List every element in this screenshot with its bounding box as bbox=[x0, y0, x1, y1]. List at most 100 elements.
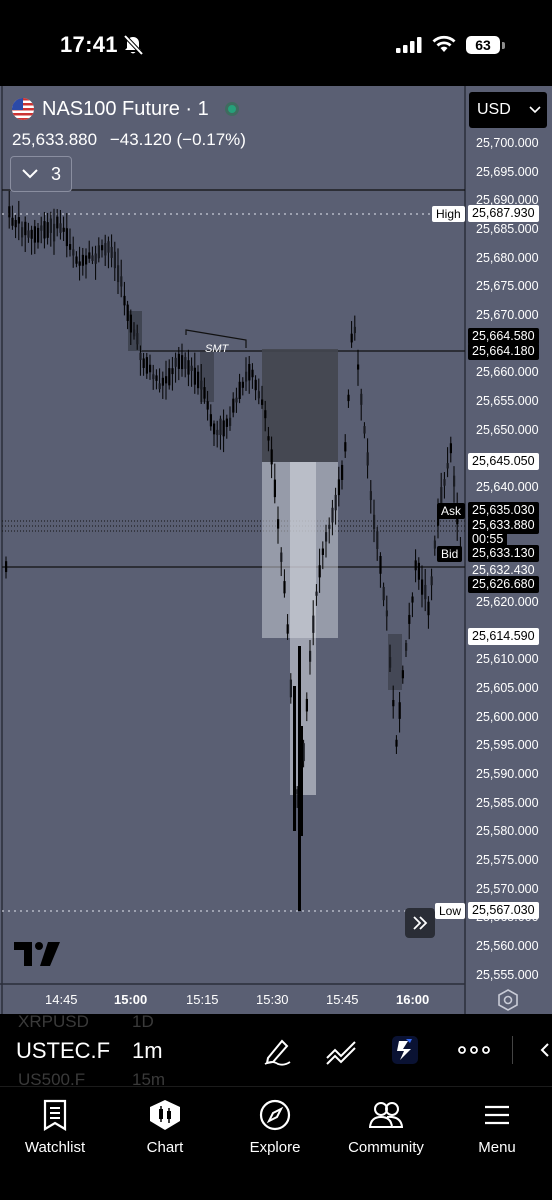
candle-body bbox=[174, 357, 177, 367]
candle-body bbox=[350, 333, 353, 343]
time-label: 14:45 bbox=[45, 992, 78, 1007]
candle-body bbox=[107, 241, 110, 253]
symbol-selector[interactable]: USTEC.F bbox=[16, 1038, 110, 1064]
price-axis-label: 25,650.000 bbox=[476, 422, 539, 437]
candle-body bbox=[273, 479, 276, 498]
candle-body bbox=[417, 562, 420, 580]
candle-body bbox=[286, 624, 289, 634]
candle-body bbox=[401, 670, 404, 679]
candle-body bbox=[152, 374, 155, 380]
candle-body bbox=[353, 326, 356, 334]
broker-app-icon[interactable] bbox=[392, 1036, 418, 1064]
drawing-pen-icon[interactable] bbox=[262, 1036, 292, 1066]
candle-body bbox=[443, 479, 446, 486]
price-axis-label: 25,585.000 bbox=[476, 795, 539, 810]
candle-body bbox=[155, 375, 158, 381]
candle-body bbox=[43, 221, 46, 239]
status-time: 17:41 bbox=[60, 32, 118, 57]
price-axis-label: 25,605.000 bbox=[476, 680, 539, 695]
candle-body bbox=[168, 368, 171, 386]
candle-body bbox=[72, 249, 75, 256]
candle-body bbox=[347, 394, 350, 402]
ghost-interval-top: 1D bbox=[132, 1014, 154, 1031]
battery-indicator: 63 bbox=[466, 36, 500, 54]
candle-body bbox=[69, 244, 72, 250]
candle-body bbox=[408, 614, 411, 624]
price-axis-label: 25,640.000 bbox=[476, 480, 539, 495]
candle-body bbox=[117, 265, 120, 283]
candle-body bbox=[270, 449, 273, 465]
candle-body bbox=[369, 491, 372, 501]
candle-body bbox=[33, 226, 36, 243]
chart-area[interactable]: SMT NAS100 Future · 1 25,633.880 −43.120… bbox=[0, 86, 552, 1014]
tradingview-logo bbox=[14, 942, 60, 966]
chevron-left-icon[interactable] bbox=[538, 1042, 550, 1058]
more-options-icon[interactable] bbox=[458, 1046, 490, 1054]
market-status-dot bbox=[224, 102, 239, 116]
currency-label: USD bbox=[477, 101, 511, 118]
scroll-to-realtime-button[interactable] bbox=[405, 908, 435, 938]
candle-body bbox=[27, 230, 30, 238]
candle-body bbox=[126, 304, 129, 321]
candle-body bbox=[219, 418, 222, 435]
nav-explore[interactable]: Explore bbox=[220, 1099, 330, 1156]
candle-body bbox=[398, 702, 401, 719]
price-axis-label: 25,660.000 bbox=[476, 365, 539, 380]
candle-body bbox=[56, 216, 59, 229]
nav-community[interactable]: Community bbox=[330, 1099, 442, 1156]
candle-body bbox=[225, 418, 228, 427]
indicators-icon[interactable] bbox=[325, 1036, 359, 1066]
price-axis-label: 25,600.000 bbox=[476, 709, 539, 724]
candle-body bbox=[123, 295, 126, 306]
bid-price-tag: 25,633.130 bbox=[468, 545, 539, 562]
candle-body bbox=[433, 540, 436, 549]
candle-body bbox=[232, 398, 235, 413]
community-icon bbox=[369, 1102, 403, 1128]
low-label: Low bbox=[435, 903, 466, 919]
candle-body bbox=[158, 383, 161, 390]
price-axis-label: 25,560.000 bbox=[476, 938, 539, 953]
nav-chart[interactable]: Chart bbox=[110, 1099, 220, 1156]
nav-label: Community bbox=[348, 1139, 424, 1156]
interval-selector[interactable]: 1m bbox=[132, 1038, 163, 1064]
chart-settings-icon[interactable] bbox=[497, 989, 519, 1011]
candle-body bbox=[30, 229, 33, 239]
collapse-indicators-button[interactable]: 3 bbox=[10, 156, 72, 192]
candle-body bbox=[289, 679, 292, 698]
candle-body bbox=[411, 596, 414, 603]
price-axis-label: 25,570.000 bbox=[476, 881, 539, 896]
symbol-header[interactable]: NAS100 Future · 1 bbox=[12, 96, 239, 122]
candle-body bbox=[75, 256, 78, 264]
nav-menu[interactable]: Menu bbox=[442, 1099, 552, 1156]
price-axis-label: 25,675.000 bbox=[476, 279, 539, 294]
candle-body bbox=[21, 227, 24, 238]
price-summary: 25,633.880 −43.120 (−0.17%) bbox=[12, 130, 254, 150]
candle-body bbox=[235, 397, 238, 403]
nav-watchlist[interactable]: Watchlist bbox=[0, 1099, 110, 1156]
low-price-tag: 25,567.030 bbox=[468, 902, 539, 919]
candle-body bbox=[385, 610, 388, 617]
candle-body bbox=[78, 261, 81, 266]
candle-body bbox=[440, 487, 443, 504]
bottom-navigation: Watchlist Chart Explore Community Menu bbox=[0, 1086, 552, 1200]
candle-body bbox=[427, 601, 430, 616]
candle-body bbox=[213, 423, 216, 435]
chart-toolbar: XRPUSD 1D USTEC.F 1m US500.F 15m bbox=[0, 1014, 552, 1086]
candle-body bbox=[238, 381, 241, 399]
candle-body bbox=[5, 561, 8, 573]
candle-body bbox=[8, 206, 11, 218]
candle-body bbox=[91, 255, 94, 261]
candle-body bbox=[165, 376, 168, 384]
candle-body bbox=[88, 252, 91, 259]
candle-body bbox=[46, 222, 49, 238]
candle-body bbox=[81, 254, 84, 266]
us-flag-icon bbox=[12, 98, 34, 120]
level-tag-614590: 25,614.590 bbox=[468, 628, 539, 645]
symbol-title[interactable]: NAS100 Future · 1 bbox=[42, 98, 209, 121]
status-bar: 17:41 63 bbox=[0, 0, 552, 86]
currency-selector[interactable]: USD bbox=[469, 92, 547, 128]
candle-body bbox=[145, 357, 148, 374]
nav-label: Watchlist bbox=[24, 1139, 86, 1156]
ask-label: Ask bbox=[437, 503, 466, 519]
candle-body bbox=[181, 355, 184, 370]
